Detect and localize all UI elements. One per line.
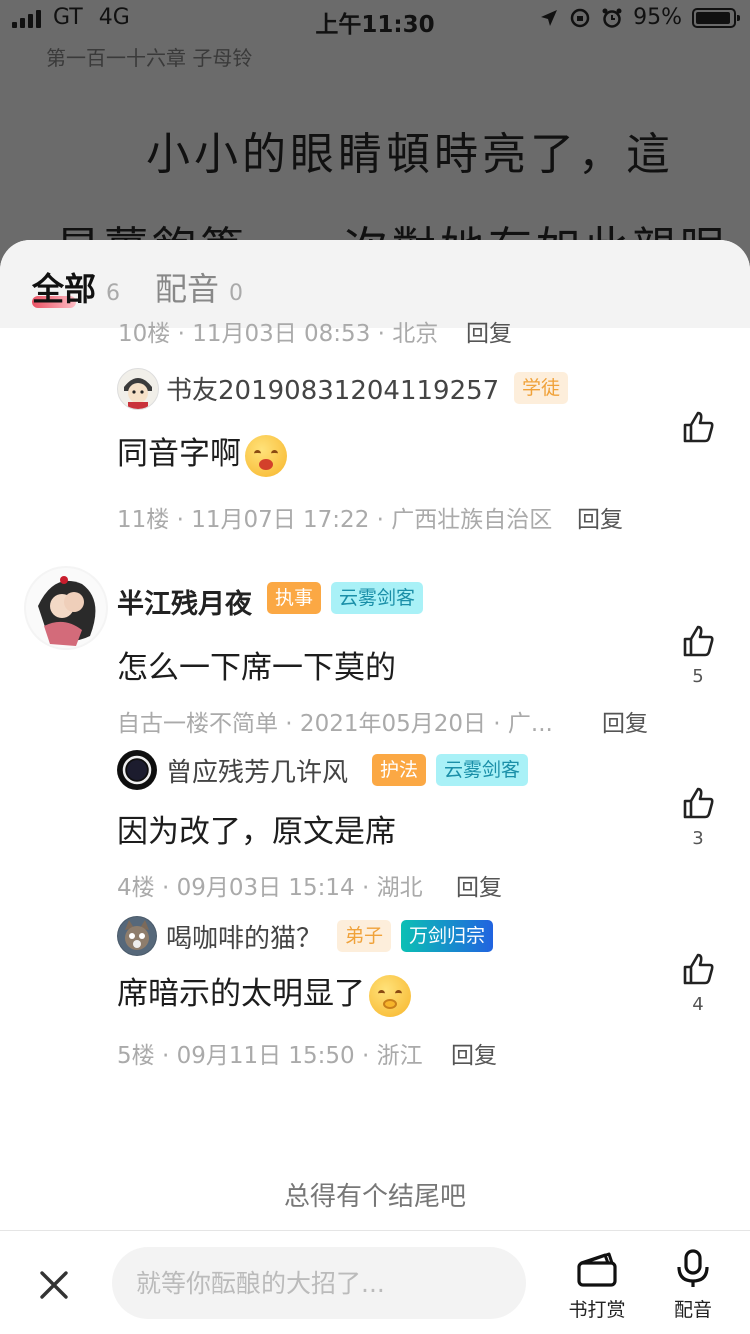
like-button[interactable]: 3 bbox=[678, 786, 718, 849]
like-count: 4 bbox=[692, 994, 704, 1015]
alarm-icon bbox=[602, 8, 622, 28]
commenter-name[interactable]: 半江残月夜 bbox=[117, 582, 252, 621]
tab-dubbing[interactable]: 配音 0 bbox=[155, 264, 243, 310]
close-button[interactable] bbox=[34, 1265, 74, 1305]
thumbs-up-icon bbox=[683, 787, 714, 819]
tab-count: 6 bbox=[106, 281, 121, 306]
rotation-lock-icon bbox=[570, 8, 590, 27]
commenter-name[interactable]: 书友20190831204119257 bbox=[166, 370, 499, 407]
chapter-title: 第一百一十六章 子母铃 bbox=[46, 46, 253, 70]
level-badge: 学徒 bbox=[514, 372, 569, 404]
role-badge: 弟子 bbox=[337, 920, 392, 952]
rank-badge: 万剑归宗 bbox=[401, 920, 494, 952]
comment-content: 怎么一下席一下莫的 bbox=[117, 650, 396, 686]
commenter-name[interactable]: 曾应残芳几许风 bbox=[166, 752, 348, 789]
reply-item: 喝咖啡的猫？ 弟子 万剑归宗 席暗示的太明显了 5楼 · 09月11日 15:5… bbox=[0, 908, 750, 1070]
comment-meta: 自古一楼不简单 · 2021年05月20日 · 广... bbox=[117, 711, 553, 737]
reply-item: 曾应残芳几许风 护法 云雾剑客 因为改了，原文是席 4楼 · 09月03日 15… bbox=[0, 742, 750, 902]
thumbs-up-icon bbox=[683, 953, 714, 985]
comment-input[interactable] bbox=[112, 1247, 526, 1319]
tab-count: 0 bbox=[229, 281, 244, 306]
status-bar: GT 4G 上午11:30 95% bbox=[0, 0, 750, 40]
microphone-icon bbox=[677, 1249, 709, 1287]
avatar-cat-icon bbox=[118, 917, 156, 955]
reply-button[interactable]: 回复 bbox=[451, 1036, 497, 1070]
voice-dub-label: 配音 bbox=[673, 1299, 712, 1321]
book-tip-button[interactable]: 书打赏 bbox=[562, 1249, 632, 1322]
reply-button[interactable]: 回复 bbox=[466, 314, 512, 348]
thumbs-up-icon bbox=[683, 411, 714, 443]
like-button[interactable]: 5 bbox=[678, 624, 718, 687]
close-icon bbox=[40, 1271, 68, 1299]
battery-percent: 95% bbox=[633, 5, 682, 30]
rank-badge: 云雾剑客 bbox=[331, 582, 424, 614]
avatar-circle-icon bbox=[118, 751, 156, 789]
gift-wallet-icon bbox=[577, 1252, 617, 1287]
reader-line: 小小的眼睛頓時亮了，這 bbox=[146, 129, 674, 180]
partial-comment-meta: 10楼 · 11月03日 08:53 · 北京 回复 bbox=[0, 314, 750, 347]
commenter-name[interactable]: 喝咖啡的猫？ bbox=[166, 918, 322, 955]
comment-content: 同音字啊 bbox=[117, 428, 287, 477]
role-badge: 护法 bbox=[372, 754, 427, 786]
book-tip-label: 书打赏 bbox=[568, 1299, 626, 1321]
comment-content: 因为改了，原文是席 bbox=[117, 814, 396, 850]
comment-item: 半江残月夜 执事 云雾剑客 怎么一下席一下莫的 自古一楼不简单 · 2021年0… bbox=[0, 566, 750, 738]
comment-meta: 4楼 · 09月03日 15:14 · 湖北 bbox=[117, 875, 423, 901]
avatar[interactable] bbox=[117, 368, 159, 410]
voice-dub-button[interactable]: 配音 bbox=[658, 1249, 728, 1322]
like-count: 3 bbox=[692, 828, 704, 849]
chapter-end-note: 总得有个结尾吧 bbox=[283, 1182, 466, 1212]
comment-content: 席暗示的太明显了 bbox=[117, 968, 411, 1017]
reply-button[interactable]: 回复 bbox=[577, 500, 623, 534]
giggle-emoji-icon bbox=[369, 974, 411, 1017]
reply-button[interactable]: 回复 bbox=[602, 704, 648, 738]
rank-badge: 云雾剑客 bbox=[436, 754, 529, 786]
tab-label: 配音 bbox=[155, 270, 220, 308]
like-button[interactable]: 4 bbox=[678, 952, 718, 1015]
comment-text: 席暗示的太明显了 bbox=[117, 976, 365, 1012]
comment-meta: 5楼 · 09月11日 15:50 · 浙江 bbox=[117, 1043, 423, 1069]
comment-meta: 11楼 · 11月07日 17:22 · 广西壮族自治区 bbox=[117, 507, 553, 533]
tab-label: 全部 bbox=[32, 270, 97, 308]
like-count: 5 bbox=[692, 666, 704, 687]
comment-sheet: 全部 6 配音 0 10楼 · 11月03日 08:53 · 北京 回复 书友2… bbox=[0, 240, 750, 1334]
tab-all[interactable]: 全部 6 bbox=[32, 264, 120, 310]
location-arrow-icon bbox=[541, 9, 558, 26]
battery-icon bbox=[692, 7, 740, 28]
reply-button[interactable]: 回复 bbox=[456, 868, 502, 902]
comment-meta: 10楼 · 11月03日 08:53 · 北京 bbox=[118, 321, 439, 347]
thumbs-up-icon bbox=[683, 625, 714, 657]
avatar[interactable] bbox=[24, 566, 108, 650]
reply-item: 书友20190831204119257 学徒 同音字啊 11楼 · 11月07日… bbox=[0, 358, 750, 533]
avatar-couple-icon bbox=[26, 568, 106, 648]
comment-text: 同音字啊 bbox=[117, 436, 241, 472]
crying-laugh-emoji-icon bbox=[245, 434, 287, 477]
avatar[interactable] bbox=[117, 916, 157, 956]
role-badge: 执事 bbox=[267, 582, 322, 614]
comment-input-bar: 书打赏 配音 bbox=[0, 1230, 750, 1334]
avatar[interactable] bbox=[117, 750, 157, 790]
avatar-face-icon bbox=[124, 378, 152, 409]
status-right: 95% bbox=[539, 5, 740, 30]
like-button[interactable] bbox=[678, 410, 718, 448]
